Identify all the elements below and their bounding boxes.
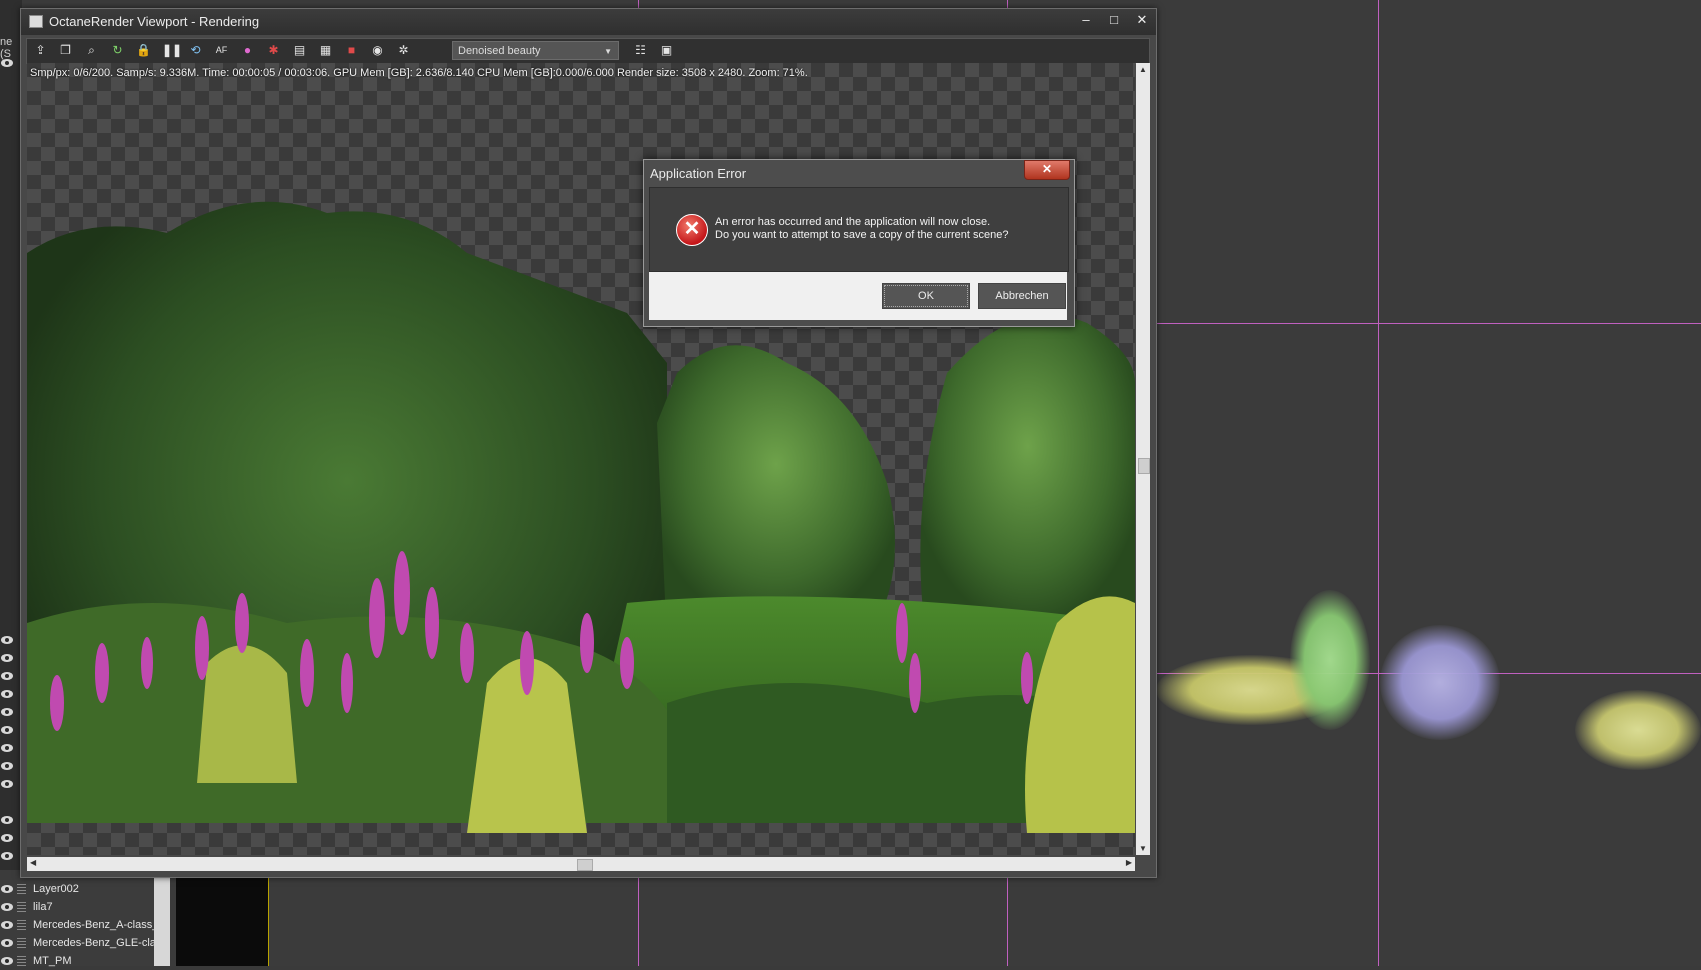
chevron-down-icon: ▼ (604, 47, 612, 56)
error-icon: ✕ (676, 214, 708, 246)
af-icon[interactable]: AF (214, 43, 229, 58)
layer-row[interactable]: Mercedes-Benz_A-class_ (0, 916, 170, 934)
eye-icon[interactable] (1, 708, 13, 716)
material-icon[interactable]: ✱ (266, 43, 281, 58)
message-line: An error has occurred and the applicatio… (715, 216, 991, 228)
lock-icon[interactable]: 🔒 (136, 43, 151, 58)
app-icon (29, 15, 43, 28)
layer-name: Layer002 (33, 883, 79, 895)
freeze-icon[interactable] (17, 884, 26, 894)
layer-name: Mercedes-Benz_GLE-clas (33, 937, 162, 949)
window-title: OctaneRender Viewport - Rendering (49, 14, 260, 29)
left-panel-label: ne (S (0, 36, 13, 60)
eye-icon[interactable] (1, 744, 13, 752)
cancel-button[interactable]: Abbrechen (978, 283, 1066, 309)
eye-icon[interactable] (1, 726, 13, 734)
scroll-left-icon[interactable]: ◀ (30, 858, 36, 867)
eye-icon[interactable] (1, 654, 13, 662)
scroll-thumb[interactable] (577, 859, 593, 871)
render-toolbar: ⇪ ❐ ⌕ ↻ 🔒 ❚❚ ⟲ AF ● ✱ ▤ ▦ ■ ◉ ✲ Denoised… (26, 38, 1150, 64)
eye-icon[interactable] (1, 903, 13, 911)
eye-icon[interactable] (1, 921, 13, 929)
eye-icon[interactable] (1, 636, 13, 644)
dialog-close-button[interactable]: ✕ (1024, 160, 1070, 180)
dialog-title: Application Error (650, 166, 747, 181)
viewport-grid-line (1155, 323, 1701, 324)
restart-icon[interactable]: ⟲ (188, 43, 203, 58)
layer-name: lila7 (33, 901, 53, 913)
freeze-icon[interactable] (17, 902, 26, 912)
freeze-icon[interactable] (17, 938, 26, 948)
render-icon[interactable]: ■ (344, 43, 359, 58)
scroll-thumb[interactable] (1138, 458, 1150, 474)
layer-row[interactable]: Mercedes-Benz_GLE-clas (0, 934, 170, 952)
window-titlebar[interactable]: OctaneRender Viewport - Rendering – □ ✕ (21, 9, 1156, 35)
scroll-down-icon[interactable]: ▼ (1139, 844, 1147, 853)
ok-button[interactable]: OK (882, 283, 970, 309)
scroll-right-icon[interactable]: ▶ (1126, 858, 1132, 867)
close-button[interactable]: ✕ (1129, 11, 1155, 29)
eye-icon[interactable] (1, 834, 13, 842)
layer-name: MT_PM (33, 955, 72, 967)
screen-icon[interactable]: ▤ (292, 43, 307, 58)
copy-icon[interactable]: ❐ (58, 43, 73, 58)
camera-icon[interactable]: ◉ (370, 43, 385, 58)
eye-icon[interactable] (1, 939, 13, 947)
particle-cloud (1575, 690, 1701, 770)
layer-row[interactable]: lila7 (0, 898, 170, 916)
layer-row[interactable]: Layer002 (0, 880, 170, 898)
horizontal-scrollbar[interactable]: ◀ ▶ (27, 857, 1135, 871)
zoom-icon[interactable]: ⌕ (84, 43, 99, 58)
particle-cloud (1380, 625, 1500, 740)
scroll-up-icon[interactable]: ▲ (1139, 65, 1147, 74)
message-line: Do you want to attempt to save a copy of… (715, 229, 1009, 241)
left-panel: ne (S (0, 0, 22, 870)
layer-name: Mercedes-Benz_A-class_ (33, 919, 159, 931)
dialog-message: An error has occurred and the applicatio… (715, 216, 1009, 242)
render-pass-select[interactable]: Denoised beauty ▼ (452, 41, 619, 60)
render-status: Smp/px: 0/6/200. Samp/s: 9.336M. Time: 0… (30, 67, 808, 79)
settings-icon[interactable]: ✲ (396, 43, 411, 58)
eye-icon[interactable] (1, 672, 13, 680)
list-icon[interactable]: ☷ (633, 43, 648, 58)
color-icon[interactable]: ● (240, 43, 255, 58)
render-pass-value: Denoised beauty (458, 45, 541, 57)
layer-row[interactable]: MT_PM (0, 952, 170, 970)
refresh-icon[interactable]: ↻ (110, 43, 125, 58)
octane-viewport-window: OctaneRender Viewport - Rendering – □ ✕ … (20, 8, 1157, 878)
region-icon[interactable]: ▦ (318, 43, 333, 58)
eye-icon[interactable] (1, 816, 13, 824)
viewport-grid-line (1378, 0, 1379, 966)
eye-icon[interactable] (1, 885, 13, 893)
particle-cloud (1290, 590, 1370, 730)
eye-icon[interactable] (1, 780, 13, 788)
eye-icon[interactable] (1, 852, 13, 860)
maximize-button[interactable]: □ (1101, 11, 1127, 29)
dialog-footer: OK Abbrechen (649, 272, 1067, 320)
dialog-body: ✕ An error has occurred and the applicat… (649, 187, 1069, 272)
vertical-scrollbar[interactable]: ▲ ▼ (1136, 63, 1150, 855)
freeze-icon[interactable] (17, 920, 26, 930)
eye-icon[interactable] (1, 762, 13, 770)
minimize-button[interactable]: – (1073, 11, 1099, 29)
eye-icon[interactable] (1, 59, 13, 67)
eye-icon[interactable] (1, 690, 13, 698)
layer-list-scrollbar[interactable] (154, 870, 170, 966)
import-icon[interactable]: ⇪ (33, 43, 48, 58)
eye-icon[interactable] (1, 957, 13, 965)
freeze-icon[interactable] (17, 956, 26, 966)
pause-icon[interactable]: ❚❚ (162, 43, 182, 58)
layer-list: Layer002 lila7 Mercedes-Benz_A-class_ Me… (0, 870, 170, 967)
image-icon[interactable]: ▣ (659, 43, 674, 58)
application-error-dialog: Application Error ✕ ✕ An error has occur… (643, 159, 1075, 327)
